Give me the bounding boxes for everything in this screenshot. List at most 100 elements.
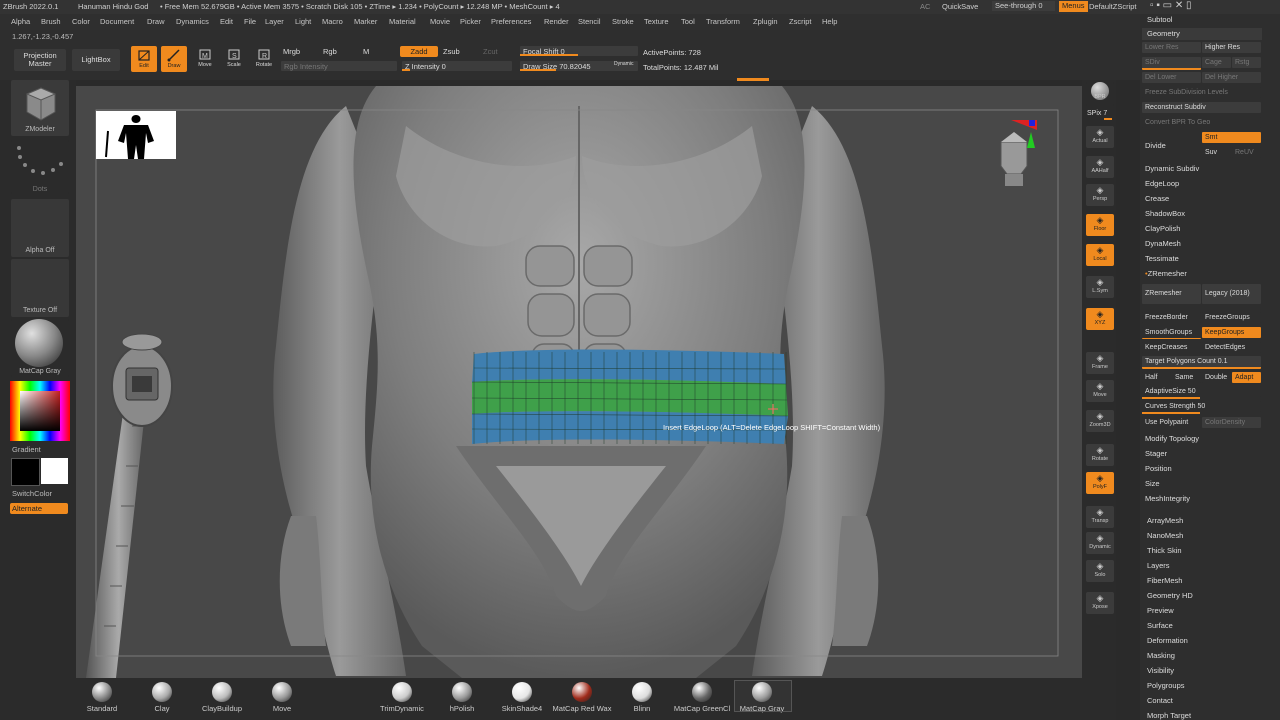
palette-item-dynamesh[interactable]: DynaMesh	[1145, 239, 1181, 248]
palette-item-visibility[interactable]: Visibility	[1147, 666, 1174, 675]
higher-res-button[interactable]: Higher Res	[1202, 42, 1261, 53]
menu-alpha[interactable]: Alpha	[11, 17, 30, 26]
reuv-toggle[interactable]: ReUV	[1232, 147, 1261, 158]
menu-transform[interactable]: Transform	[706, 17, 740, 26]
material-claybuildup-icon[interactable]	[212, 682, 232, 702]
secondary-color-swatch[interactable]	[41, 458, 68, 484]
menu-marker[interactable]: Marker	[354, 17, 377, 26]
quicksave-button[interactable]: QuickSave	[942, 2, 978, 11]
palette-item-claypolish[interactable]: ClayPolish	[1145, 224, 1180, 233]
material-trimdynamic-icon[interactable]	[392, 682, 412, 702]
edit-button[interactable]: Edit	[131, 46, 157, 72]
draw-button[interactable]: Draw	[161, 46, 187, 72]
palette-item-shadowbox[interactable]: ShadowBox	[1145, 209, 1185, 218]
palette-item-arraymesh[interactable]: ArrayMesh	[1147, 516, 1183, 525]
bpr-button[interactable]: BPR	[1086, 82, 1114, 106]
palette-item-layers[interactable]: Layers	[1147, 561, 1170, 570]
palette-item-size[interactable]: Size	[1145, 479, 1160, 488]
curves-strength-slider[interactable]: Curves Strength 50	[1142, 401, 1261, 414]
zadd-button[interactable]: Zadd	[400, 46, 438, 57]
transp-button[interactable]: ◈ Transp	[1086, 506, 1114, 528]
lower-res-button[interactable]: Lower Res	[1142, 42, 1201, 53]
menu-edit[interactable]: Edit	[220, 17, 233, 26]
xpose-button[interactable]: ◈ Xpose	[1086, 592, 1114, 614]
window-controls[interactable]: ▫ ▪ ▭ ✕ ▯	[1150, 0, 1192, 11]
convert-bpr-button[interactable]: Convert BPR To Geo	[1142, 117, 1261, 128]
viewport-canvas[interactable]: Insert EdgeLoop (ALT=Delete EdgeLoop SHI…	[76, 86, 1082, 678]
target-polygons-slider[interactable]: Target Polygons Count 0.1	[1142, 356, 1261, 369]
smoothgroups-slider[interactable]: SmoothGroups	[1142, 327, 1201, 339]
palette-item-preview[interactable]: Preview	[1147, 606, 1174, 615]
material-thumbnail[interactable]: MatCap Gray	[11, 319, 69, 377]
keepcreases-toggle[interactable]: KeepCreases	[1142, 342, 1201, 353]
see-through-slider[interactable]: See-through 0	[992, 1, 1055, 11]
geometry-header[interactable]: Geometry	[1142, 28, 1262, 40]
smt-toggle[interactable]: Smt	[1202, 132, 1261, 143]
alternate-button[interactable]: Alternate	[10, 503, 68, 514]
detectedges-toggle[interactable]: DetectEdges	[1202, 342, 1261, 353]
solo-button[interactable]: ◈ Solo	[1086, 560, 1114, 582]
palette-item-morph-target[interactable]: Morph Target	[1147, 711, 1191, 720]
del-higher-button[interactable]: Del Higher	[1202, 72, 1261, 83]
menu-zscript[interactable]: Zscript	[789, 17, 812, 26]
palette-item-masking[interactable]: Masking	[1147, 651, 1175, 660]
menu-stroke[interactable]: Stroke	[612, 17, 634, 26]
spix-slider[interactable]: SPix 7	[1087, 110, 1107, 117]
suv-toggle[interactable]: Suv	[1202, 147, 1231, 158]
material-move-icon[interactable]	[272, 682, 292, 702]
palette-item-thick-skin[interactable]: Thick Skin	[1147, 546, 1182, 555]
palette-item-deformation[interactable]: Deformation	[1147, 636, 1188, 645]
menu-render[interactable]: Render	[544, 17, 569, 26]
default-zscript[interactable]: DefaultZScript	[1089, 2, 1137, 11]
palette-item-meshintegrity[interactable]: MeshIntegrity	[1145, 494, 1190, 503]
cage-button[interactable]: Cage	[1202, 57, 1231, 68]
main-color-swatch[interactable]	[11, 458, 40, 486]
rgb-button[interactable]: Rgb	[323, 47, 337, 56]
sdiv-slider[interactable]: SDiv	[1142, 57, 1201, 70]
palette-item-position[interactable]: Position	[1145, 464, 1172, 473]
adaptive-size-slider[interactable]: AdaptiveSize 50	[1142, 386, 1261, 399]
dynamic-button[interactable]: ◈ Dynamic	[1086, 532, 1114, 554]
scale-button[interactable]: S Scale	[222, 46, 246, 72]
legacy-button[interactable]: Legacy (2018)	[1202, 284, 1261, 304]
stroke-thumbnail[interactable]: Dots	[11, 140, 69, 194]
half-button[interactable]: Half	[1142, 372, 1171, 383]
menu-movie[interactable]: Movie	[430, 17, 450, 26]
material-blinn-icon[interactable]	[632, 682, 652, 702]
material-clay-icon[interactable]	[152, 682, 172, 702]
gradient-label[interactable]: Gradient	[12, 445, 41, 454]
material-matcap-red-wax-icon[interactable]	[572, 682, 592, 702]
same-button[interactable]: Same	[1172, 372, 1201, 383]
freezeborder-toggle[interactable]: FreezeBorder	[1142, 312, 1201, 323]
palette-item-dynamic-subdiv[interactable]: Dynamic Subdiv	[1145, 164, 1199, 173]
rgb-intensity-slider[interactable]: Rgb Intensity	[281, 61, 397, 71]
lightbox-button[interactable]: LightBox	[72, 49, 120, 71]
brush-thumbnail[interactable]: ZModeler	[11, 80, 69, 136]
zremesher-button[interactable]: ZRemesher	[1142, 284, 1201, 304]
del-lower-button[interactable]: Del Lower	[1142, 72, 1201, 83]
adapt-toggle[interactable]: Adapt	[1232, 372, 1261, 383]
palette-item-tessimate[interactable]: Tessimate	[1145, 254, 1179, 263]
material-label[interactable]: Move	[242, 704, 322, 713]
subtool-header[interactable]: Subtool	[1147, 15, 1172, 24]
palette-item-surface[interactable]: Surface	[1147, 621, 1173, 630]
navigation-head-gizmo[interactable]	[991, 120, 1037, 190]
menus-button[interactable]: Menus	[1059, 1, 1088, 12]
menu-color[interactable]: Color	[72, 17, 90, 26]
zsub-button[interactable]: Zsub	[443, 47, 460, 56]
z-intensity-slider[interactable]: Z Intensity 0	[402, 61, 512, 71]
persp-button[interactable]: ◈ Persp	[1086, 184, 1114, 206]
palette-item-polygroups[interactable]: Polygroups	[1147, 681, 1185, 690]
menu-tool[interactable]: Tool	[681, 17, 695, 26]
rstg-button[interactable]: Rstg	[1232, 57, 1261, 68]
move-button[interactable]: M Move	[193, 46, 217, 72]
material-standard-icon[interactable]	[92, 682, 112, 702]
material-hpolish-icon[interactable]	[452, 682, 472, 702]
shelf-scroll-indicator[interactable]	[737, 78, 769, 81]
alpha-thumbnail[interactable]: Alpha Off	[11, 199, 69, 257]
menu-light[interactable]: Light	[295, 17, 311, 26]
menu-material[interactable]: Material	[389, 17, 416, 26]
rotate-button[interactable]: R Rotate	[252, 46, 276, 72]
polyf-button[interactable]: ◈ PolyF	[1086, 472, 1114, 494]
zremesher-header[interactable]: •ZRemesher	[1145, 269, 1187, 278]
